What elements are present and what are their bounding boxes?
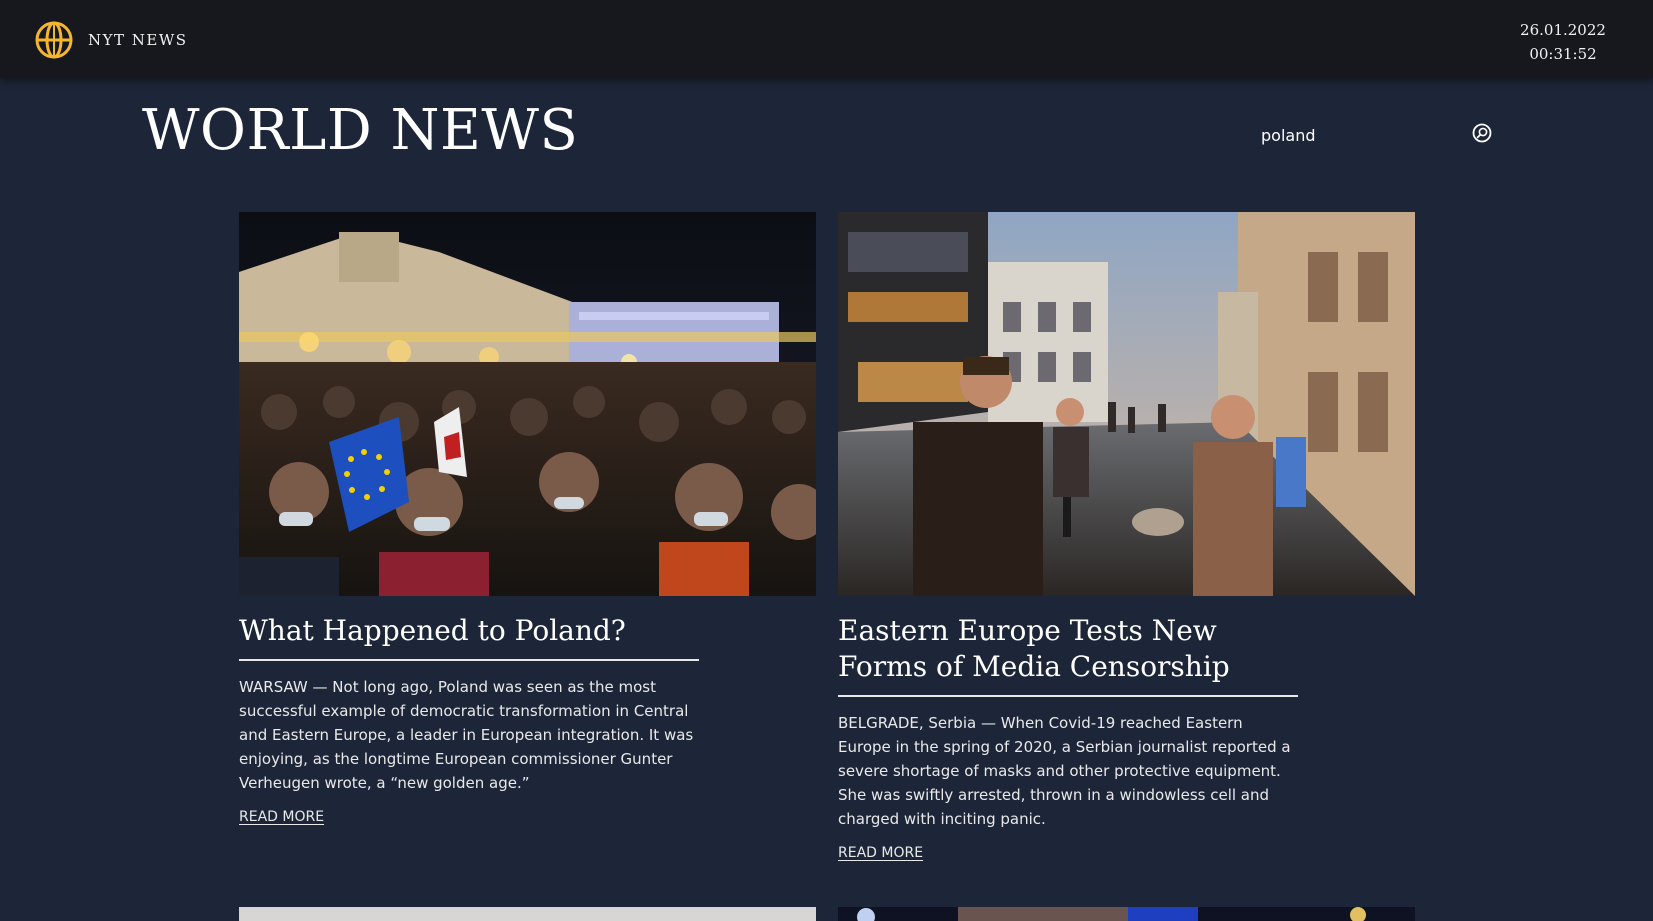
brand-name: NYT NEWS <box>88 31 188 49</box>
article-summary: BELGRADE, Serbia — When Covid-19 reached… <box>838 714 1291 828</box>
page-title: WORLD NEWS <box>142 98 579 163</box>
clock: 26.01.2022 00:31:52 <box>1503 18 1623 66</box>
article-image-partial[interactable] <box>239 907 816 921</box>
read-more-link[interactable]: READ MORE <box>838 845 923 861</box>
search-button[interactable] <box>1470 122 1494 146</box>
read-more-link[interactable]: READ MORE <box>239 809 324 825</box>
article-image-partial[interactable] <box>838 907 1415 921</box>
article-card: What Happened to Poland? WARSAW — Not lo… <box>239 212 816 826</box>
article-image[interactable] <box>838 212 1415 596</box>
article-card: Eastern Europe Tests New Forms of Media … <box>838 212 1415 862</box>
article-title[interactable]: Eastern Europe Tests New Forms of Media … <box>838 613 1298 697</box>
article-image[interactable] <box>239 212 816 596</box>
search-bar <box>1258 118 1498 152</box>
search-input[interactable] <box>1258 118 1458 152</box>
article-title[interactable]: What Happened to Poland? <box>239 613 699 661</box>
brand-home-link[interactable]: NYT NEWS <box>34 20 188 60</box>
top-bar: NYT NEWS 26.01.2022 00:31:52 <box>0 0 1653 78</box>
clock-time: 00:31:52 <box>1529 45 1597 63</box>
search-icon <box>1472 123 1492 143</box>
globe-logo-icon <box>34 20 74 60</box>
article-summary: WARSAW — Not long ago, Poland was seen a… <box>239 678 694 792</box>
clock-date: 26.01.2022 <box>1520 21 1606 39</box>
